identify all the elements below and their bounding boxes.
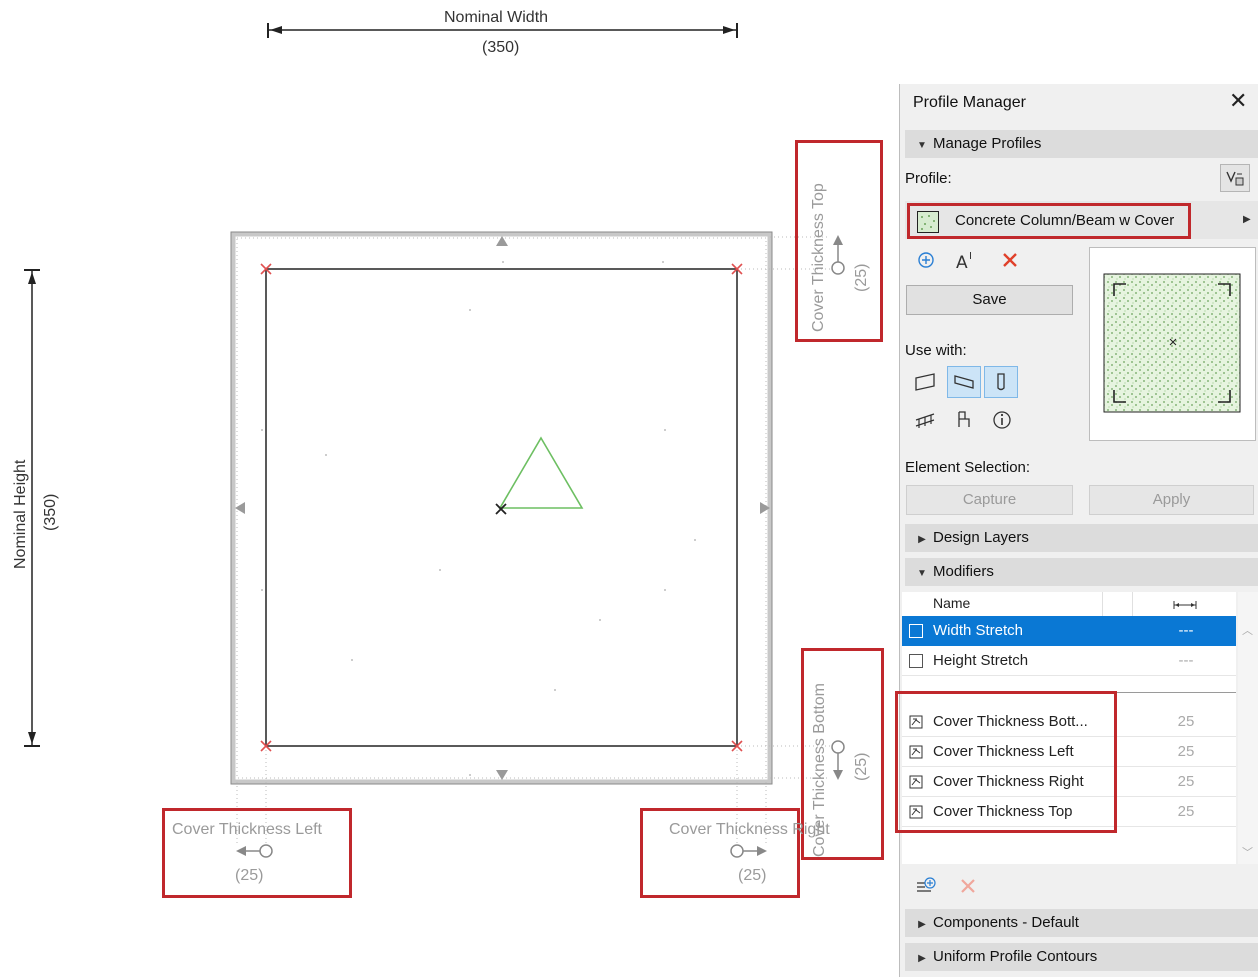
panel-title: Profile Manager (913, 94, 1026, 111)
cover-left-value[interactable]: (25) (235, 867, 263, 885)
section-design-layers[interactable]: ▶ Design Layers (905, 524, 1258, 552)
width-arrow-icon (1173, 601, 1197, 609)
cover-right-label: Cover Thickness Right (669, 821, 830, 838)
caret-down-icon: ▼ (917, 568, 927, 579)
save-button[interactable]: Save (906, 285, 1073, 315)
table-header: Name (902, 592, 1236, 617)
parameter-value: 25 (1177, 773, 1195, 790)
nominal-height-label: Nominal Height (12, 459, 29, 569)
modifier-value: --- (1178, 622, 1194, 639)
info-icon[interactable] (985, 404, 1019, 436)
concrete-swatch-icon (917, 211, 939, 233)
caret-right-icon: ▶ (918, 919, 926, 930)
section-components[interactable]: ▶ Components - Default (905, 909, 1258, 937)
nominal-width-value[interactable]: (350) (482, 39, 519, 57)
profile-preview-drawing (1103, 273, 1241, 413)
column-tool-icon[interactable] (984, 366, 1018, 398)
modifier-name: Height Stretch (933, 652, 1029, 669)
object-tool-icon[interactable] (947, 404, 981, 436)
profile-editor-canvas[interactable]: Nominal Width (350) Nominal Height (350)… (0, 0, 900, 977)
parameter-value: 25 (1177, 803, 1195, 820)
chevron-right-icon[interactable]: ▶ (1243, 214, 1251, 225)
parameter-value: 25 (1177, 743, 1195, 760)
checkbox[interactable] (909, 654, 923, 668)
scroll-down-icon[interactable]: ﹀ (1242, 844, 1253, 860)
modifier-name: Width Stretch (933, 622, 1024, 639)
profile-manager-panel: Profile Manager ✕ ▼ Manage Profiles Profi… (895, 84, 1258, 977)
modifier-row[interactable]: Height Stretch --- (902, 646, 1236, 676)
section-uniform-contours-label: Uniform Profile Contours (933, 948, 1098, 965)
parameters-highlight (895, 691, 1117, 833)
section-manage-profiles-label: Manage Profiles (933, 135, 1042, 152)
svg-text:A: A (956, 253, 968, 271)
use-with-label: Use with: (905, 342, 967, 359)
apply-button[interactable]: Apply (1089, 485, 1254, 515)
railing-tool-icon[interactable] (909, 404, 943, 436)
close-icon[interactable]: ✕ (1229, 88, 1247, 114)
caret-right-icon: ▶ (918, 534, 926, 545)
capture-button[interactable]: Capture (906, 485, 1073, 515)
section-design-layers-label: Design Layers (933, 529, 1029, 546)
cover-left-label: Cover Thickness Left (172, 821, 322, 838)
parameter-value: 25 (1177, 713, 1195, 730)
checkbox[interactable] (909, 624, 923, 638)
nominal-width-label: Nominal Width (444, 9, 549, 26)
cover-top-value[interactable]: (25) (853, 264, 871, 292)
rename-profile-icon[interactable]: AI (952, 246, 984, 274)
nominal-height-value[interactable]: (350) (42, 494, 60, 531)
table-header-name: Name (933, 595, 971, 611)
cover-top-label: Cover Thickness Top (810, 183, 827, 332)
element-selection-label: Element Selection: (905, 459, 1031, 476)
cover-top-highlight (795, 140, 883, 342)
modifier-row[interactable]: Width Stretch --- (902, 616, 1236, 646)
new-profile-icon[interactable] (912, 246, 940, 274)
caret-down-icon: ▼ (917, 140, 927, 151)
profile-tool-icon[interactable] (1220, 164, 1250, 192)
cover-bottom-value[interactable]: (25) (853, 753, 871, 781)
svg-text:I: I (969, 251, 972, 262)
modifier-value: --- (1178, 652, 1194, 669)
section-modifiers-label: Modifiers (933, 563, 994, 580)
section-modifiers[interactable]: ▼ Modifiers (905, 558, 1258, 586)
wall-tool-icon[interactable] (909, 366, 943, 398)
cover-right-value[interactable]: (25) (738, 867, 766, 885)
profile-preview (1089, 247, 1256, 441)
delete-modifier-icon[interactable] (954, 872, 982, 900)
caret-right-icon: ▶ (918, 953, 926, 964)
profile-label: Profile: (905, 170, 952, 187)
section-manage-profiles[interactable]: ▼ Manage Profiles (905, 130, 1258, 158)
add-modifier-icon[interactable] (912, 872, 940, 900)
profile-name: Concrete Column/Beam w Cover (955, 212, 1175, 229)
beam-tool-icon[interactable] (947, 366, 981, 398)
section-uniform-contours[interactable]: ▶ Uniform Profile Contours (905, 943, 1258, 971)
delete-profile-icon[interactable] (996, 246, 1024, 274)
section-components-label: Components - Default (933, 914, 1079, 931)
table-scrollbar[interactable]: ︿ ﹀ (1238, 592, 1258, 864)
scroll-up-icon[interactable]: ︿ (1242, 622, 1253, 638)
